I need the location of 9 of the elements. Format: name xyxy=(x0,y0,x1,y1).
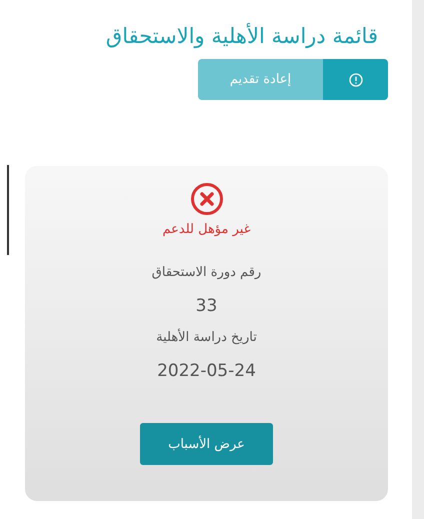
field-label: تاريخ دراسة الأهلية xyxy=(156,330,257,345)
field-label: رقم دورة الاستحقاق xyxy=(152,265,262,280)
page-title: قائمة دراسة الأهلية والاستحقاق xyxy=(106,24,379,48)
show-reasons-button[interactable]: عرض الأسباب xyxy=(140,423,273,465)
status-label: غير مؤهل للدعم xyxy=(162,222,251,237)
field-value: 33 xyxy=(196,296,218,316)
field-value: 2022-05-24 xyxy=(157,361,256,381)
info-icon xyxy=(348,72,362,86)
info-button[interactable] xyxy=(323,59,388,100)
